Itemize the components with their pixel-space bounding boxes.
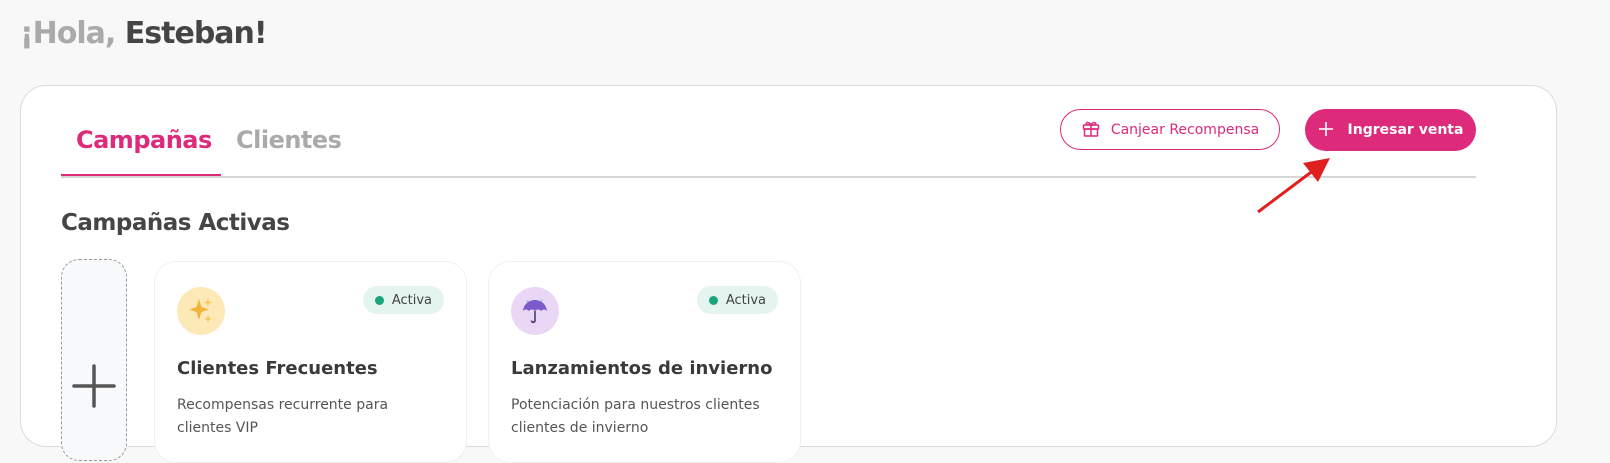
new-sale-label: Ingresar venta [1347, 122, 1464, 138]
redeem-reward-button[interactable]: Canjear Recompensa [1060, 109, 1280, 150]
status-badge: Activa [696, 286, 778, 314]
status-dot [374, 295, 384, 305]
greeting-user-name: Esteban! [124, 16, 268, 51]
section-title-active-campaigns: Campañas Activas [61, 210, 290, 236]
status-badge: Activa [362, 286, 444, 314]
campaign-title: Lanzamientos de invierno [511, 358, 773, 379]
status-label: Activa [725, 292, 766, 308]
page-greeting: ¡Hola, Esteban! [20, 16, 268, 51]
plus-icon [72, 364, 116, 408]
status-label: Activa [391, 292, 432, 308]
new-sale-button[interactable]: Ingresar venta [1305, 109, 1476, 151]
plus-icon [1318, 120, 1334, 140]
campaign-description: Recompensas recurrente para clientes VIP [177, 397, 389, 436]
tab-campaigns[interactable]: Campañas [76, 126, 212, 154]
gift-icon [1081, 118, 1101, 142]
tab-clients[interactable]: Clientes [236, 126, 342, 154]
campaign-description: Potenciación para nuestros clientes clie… [511, 397, 760, 436]
sparkles-icon [189, 298, 213, 323]
active-tab-indicator [61, 174, 221, 176]
add-campaign-card[interactable] [61, 259, 127, 461]
campaign-title: Clientes Frecuentes [177, 358, 378, 379]
umbrella-icon [523, 298, 547, 324]
status-dot [708, 295, 718, 305]
redeem-reward-label: Canjear Recompensa [1110, 121, 1260, 138]
campaign-icon-badge [177, 287, 225, 335]
campaign-icon-badge [511, 287, 559, 335]
greeting-hello: ¡Hola, [20, 16, 116, 51]
main-panel: Campañas Clientes Canjear Recompensa Ing… [20, 85, 1557, 463]
